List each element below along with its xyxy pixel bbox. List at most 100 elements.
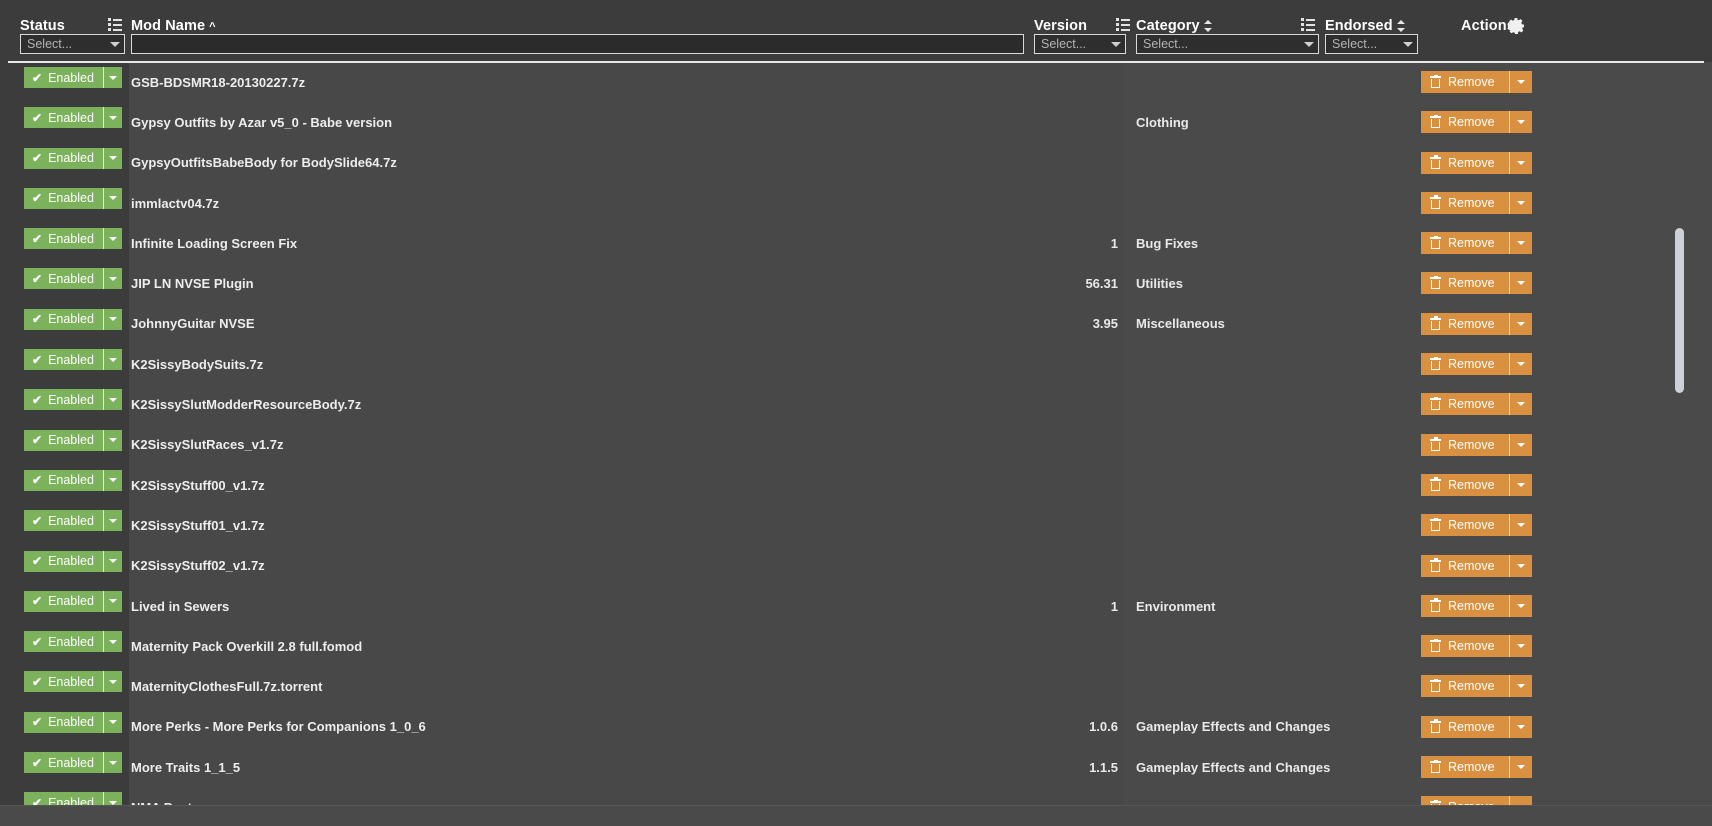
category-filter-select[interactable]: Select...	[1136, 34, 1319, 54]
remove-button[interactable]: Remove	[1421, 191, 1532, 214]
status-toggle-button[interactable]: ✔ Enabled	[24, 671, 122, 693]
table-row[interactable]: ✔ Enabled Gypsy Outfits by Azar v5_0 - Bab…	[0, 102, 1712, 142]
list-menu-icon-status[interactable]	[108, 18, 122, 31]
remove-dropdown-toggle[interactable]	[1509, 151, 1532, 174]
status-filter-select[interactable]: Select...	[20, 34, 125, 54]
remove-button-main[interactable]: Remove	[1421, 353, 1509, 376]
remove-button-main[interactable]: Remove	[1421, 514, 1509, 537]
table-row[interactable]: ✔ Enabled immlactv04.7z Remove	[0, 183, 1712, 223]
column-title-version[interactable]: Version	[1034, 18, 1087, 34]
remove-button-main[interactable]: Remove	[1421, 232, 1509, 255]
remove-button-main[interactable]: Remove	[1421, 111, 1509, 134]
status-toggle-button[interactable]: ✔ Enabled	[24, 590, 122, 612]
remove-button-main[interactable]: Remove	[1421, 675, 1509, 698]
status-toggle-button[interactable]: ✔ Enabled	[24, 510, 122, 532]
cell-modname[interactable]: K2SissyStuff01_v1.7z	[131, 505, 265, 545]
table-row[interactable]: ✔EnabledNMA Posters.rarRemove	[0, 787, 1712, 806]
remove-button-main[interactable]: Remove	[1421, 312, 1509, 335]
status-dropdown-toggle[interactable]	[103, 711, 122, 733]
status-toggle-main[interactable]: ✔ Enabled	[24, 469, 103, 491]
list-menu-icon-version[interactable]	[1116, 18, 1130, 31]
remove-button[interactable]: Remove	[1421, 151, 1532, 174]
status-toggle-main[interactable]: ✔ Enabled	[24, 671, 103, 693]
status-toggle-button[interactable]: ✔ Enabled	[24, 631, 122, 653]
cell-modname[interactable]: K2SissyBodySuits.7z	[131, 344, 263, 384]
status-toggle-main[interactable]: ✔ Enabled	[24, 147, 103, 169]
status-toggle-main[interactable]: ✔ Enabled	[24, 711, 103, 733]
remove-button[interactable]: Remove	[1421, 433, 1532, 456]
remove-button-main[interactable]: Remove	[1421, 756, 1509, 779]
status-dropdown-toggle[interactable]	[103, 469, 122, 491]
status-toggle-main[interactable]: ✔ Enabled	[24, 389, 103, 411]
status-toggle-main[interactable]: ✔ Enabled	[24, 590, 103, 612]
remove-button[interactable]: Remove	[1421, 353, 1532, 376]
status-dropdown-toggle[interactable]	[103, 631, 122, 653]
remove-button-main[interactable]: Remove	[1421, 715, 1509, 738]
status-toggle-main[interactable]: ✔ Enabled	[24, 228, 103, 250]
remove-button[interactable]: Remove	[1421, 393, 1532, 416]
remove-button-main[interactable]: Remove	[1421, 71, 1509, 93]
remove-button[interactable]: Remove	[1421, 514, 1532, 537]
status-dropdown-toggle[interactable]	[103, 429, 122, 451]
status-dropdown-toggle[interactable]	[103, 510, 122, 532]
remove-button-main[interactable]: Remove	[1421, 594, 1509, 617]
remove-dropdown-toggle[interactable]	[1509, 554, 1532, 577]
remove-button[interactable]: Remove	[1421, 473, 1532, 496]
status-toggle-button[interactable]: ✔ Enabled	[24, 792, 122, 806]
remove-button[interactable]: Remove	[1421, 554, 1532, 577]
status-toggle-button[interactable]: ✔ Enabled	[24, 711, 122, 733]
remove-button-main[interactable]: Remove	[1421, 393, 1509, 416]
table-row[interactable]: ✔ Enabled JohnnyGuitar NVSE 3.95 Miscellaneo…	[0, 304, 1712, 344]
cell-modname[interactable]: JohnnyGuitar NVSE	[131, 304, 255, 344]
table-row[interactable]: ✔ Enabled Maternity Pack Overkill 2.8 full…	[0, 626, 1712, 666]
status-toggle-button[interactable]: ✔ Enabled	[24, 228, 122, 250]
column-title-modname[interactable]: Mod Name ^	[131, 18, 216, 34]
table-row[interactable]: ✔ Enabled GSB-BDSMR18-20130227.7z Remove	[0, 62, 1712, 102]
remove-button[interactable]: Remove	[1421, 71, 1532, 93]
remove-button[interactable]: Remove	[1421, 232, 1532, 255]
gear-icon[interactable]	[1506, 16, 1526, 36]
cell-modname[interactable]: K2SissySlutRaces_v1.7z	[131, 425, 283, 465]
status-toggle-main[interactable]: ✔ Enabled	[24, 187, 103, 209]
cell-modname[interactable]: GypsyOutfitsBabeBody for BodySlide64.7z	[131, 143, 397, 183]
table-row[interactable]: ✔ Enabled More Traits 1_1_5 1.1.5 Gameplay E…	[0, 747, 1712, 787]
remove-button[interactable]: Remove	[1421, 756, 1532, 779]
status-toggle-button[interactable]: ✔ Enabled	[24, 147, 122, 169]
remove-button[interactable]: Remove	[1421, 111, 1532, 134]
status-toggle-main[interactable]: ✔ Enabled	[24, 268, 103, 290]
status-dropdown-toggle[interactable]	[103, 228, 122, 250]
remove-button[interactable]: Remove	[1421, 715, 1532, 738]
remove-dropdown-toggle[interactable]	[1509, 635, 1532, 658]
status-toggle-main[interactable]: ✔ Enabled	[24, 107, 103, 129]
status-dropdown-toggle[interactable]	[103, 752, 122, 774]
status-dropdown-toggle[interactable]	[103, 268, 122, 290]
status-toggle-button[interactable]: ✔ Enabled	[24, 349, 122, 371]
cell-modname[interactable]: MaternityClothesFull.7z.torrent	[131, 666, 322, 706]
remove-dropdown-toggle[interactable]	[1509, 71, 1532, 93]
column-title-endorsed[interactable]: Endorsed	[1325, 18, 1406, 34]
remove-button-main[interactable]: Remove	[1421, 433, 1509, 456]
column-title-status[interactable]: Status	[20, 18, 65, 34]
table-row[interactable]: ✔ Enabled K2SissyStuff01_v1.7z Remove	[0, 505, 1712, 545]
table-row[interactable]: ✔ Enabled K2SissySlutModderResourceBody.7z…	[0, 384, 1712, 424]
remove-button-main[interactable]: Remove	[1421, 191, 1509, 214]
cell-modname[interactable]: NMA Posters.rar	[131, 787, 232, 806]
column-title-category[interactable]: Category	[1136, 18, 1213, 34]
remove-dropdown-toggle[interactable]	[1509, 715, 1532, 738]
status-toggle-main[interactable]: ✔ Enabled	[24, 510, 103, 532]
vertical-scrollbar-thumb[interactable]	[1675, 228, 1684, 393]
remove-dropdown-toggle[interactable]	[1509, 111, 1532, 134]
remove-button-main[interactable]: Remove	[1421, 151, 1509, 174]
table-row[interactable]: ✔ Enabled K2SissyStuff02_v1.7z Remove	[0, 546, 1712, 586]
endorsed-filter-select[interactable]: Select...	[1325, 34, 1418, 54]
status-toggle-main[interactable]: ✔ Enabled	[24, 792, 103, 806]
status-toggle-button[interactable]: ✔ Enabled	[24, 308, 122, 330]
remove-button[interactable]: Remove	[1421, 594, 1532, 617]
status-toggle-button[interactable]: ✔ Enabled	[24, 429, 122, 451]
remove-dropdown-toggle[interactable]	[1509, 272, 1532, 295]
vertical-scrollbar-track[interactable]	[1675, 62, 1684, 806]
remove-button[interactable]: Remove	[1421, 635, 1532, 658]
remove-dropdown-toggle[interactable]	[1509, 433, 1532, 456]
modname-filter-input[interactable]	[131, 34, 1024, 54]
table-row[interactable]: ✔ Enabled K2SissyStuff00_v1.7z Remove	[0, 465, 1712, 505]
